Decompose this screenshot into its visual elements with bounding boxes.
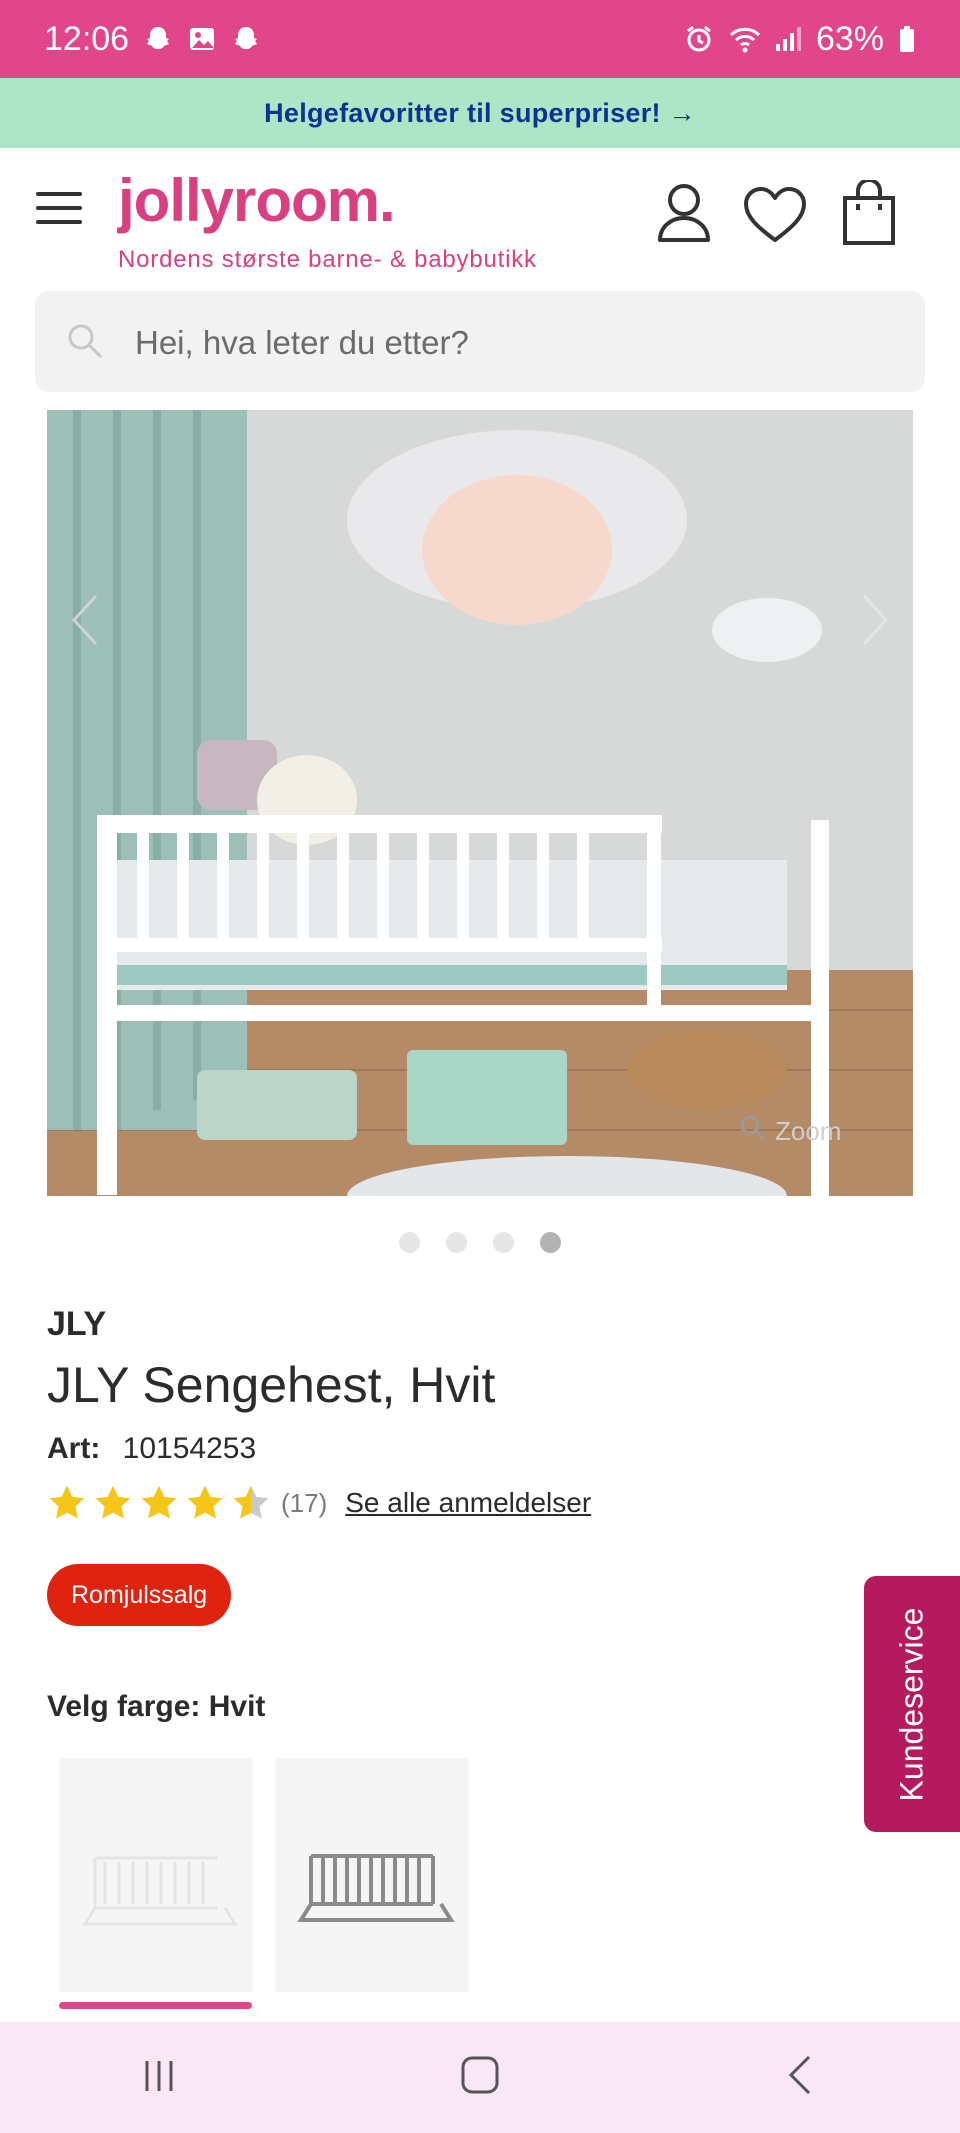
sale-badge: Romjulssalg (47, 1564, 232, 1626)
color-swatch-hvit[interactable] (59, 1758, 253, 1992)
star-half-icon (233, 1485, 269, 1519)
status-left: 12:06 (44, 20, 261, 59)
status-bar: 12:06 63% (0, 0, 960, 78)
gallery-icon (187, 24, 217, 54)
customer-service-tab[interactable]: Kundeservice (864, 1576, 960, 1832)
article-label: Art: (47, 1432, 101, 1465)
site-header: jollyroom. Nordens største barne- & baby… (0, 148, 960, 286)
swatch-image (82, 1856, 238, 1926)
snapchat-icon (143, 24, 173, 54)
zoom-hint[interactable]: Zoom (739, 1114, 841, 1149)
tagline: Nordens største barne- & babybutikk (118, 246, 537, 273)
promo-text[interactable]: Helgefavoritter til superpriser! → (264, 98, 696, 129)
review-count: (17) (281, 1487, 328, 1518)
gallery-next-button[interactable] (854, 590, 894, 650)
star-icon (49, 1485, 85, 1519)
rating-stars[interactable] (47, 1484, 271, 1522)
cart-icon[interactable] (842, 178, 896, 251)
color-swatch-gra[interactable] (275, 1758, 469, 1992)
menu-icon[interactable] (36, 192, 82, 228)
gallery-dot-active[interactable] (540, 1232, 561, 1253)
see-all-reviews-link[interactable]: Se alle anmeldelser (345, 1487, 591, 1519)
system-nav-bar (0, 2022, 960, 2133)
color-label: Velg farge: Hvit (47, 1690, 266, 1723)
gallery-dot[interactable] (493, 1232, 514, 1253)
gallery-prev-button[interactable] (66, 590, 106, 650)
search-input[interactable] (133, 291, 897, 394)
product-title: JLY Sengehest, Hvit (47, 1357, 496, 1413)
heart-icon[interactable] (742, 186, 808, 249)
rating-row: (17) Se alle anmeldelser (47, 1484, 591, 1522)
product-brand[interactable]: JLY (47, 1305, 106, 1344)
home-icon[interactable] (458, 2053, 502, 2102)
status-time: 12:06 (44, 19, 130, 58)
zoom-label: Zoom (775, 1116, 842, 1146)
alarm-icon (684, 24, 714, 54)
star-icon (95, 1485, 131, 1519)
product-image[interactable]: Zoom (47, 410, 913, 1196)
recent-apps-icon[interactable] (139, 2055, 179, 2100)
status-right: 63% (684, 20, 916, 59)
swatch-image (297, 1854, 455, 1922)
snapchat-icon (231, 24, 261, 54)
gallery-dot[interactable] (399, 1232, 420, 1253)
gallery-dot[interactable] (446, 1232, 467, 1253)
article-number-row: Art: 10154253 (47, 1432, 256, 1466)
search-bar[interactable] (35, 291, 925, 394)
customer-service-label[interactable]: Kundeservice (894, 1607, 931, 1801)
selected-swatch-indicator (59, 2002, 252, 2009)
logo[interactable]: jollyroom. (118, 166, 396, 235)
battery-percent: 63% (815, 19, 884, 58)
product-photo (47, 410, 913, 1196)
battery-icon (898, 24, 916, 54)
chevron-right-icon (862, 594, 889, 646)
article-number: 10154253 (122, 1432, 257, 1465)
wifi-icon (728, 24, 760, 54)
chevron-left-icon (71, 594, 98, 646)
promo-banner[interactable]: Helgefavoritter til superpriser! → (0, 78, 960, 148)
zoom-icon (739, 1114, 767, 1149)
star-icon (141, 1485, 177, 1519)
account-icon[interactable] (656, 182, 712, 249)
search-icon (65, 321, 105, 366)
gallery-pagination (0, 1232, 960, 1253)
signal-icon (772, 24, 802, 54)
back-icon[interactable] (781, 2053, 821, 2102)
star-icon (187, 1485, 223, 1519)
